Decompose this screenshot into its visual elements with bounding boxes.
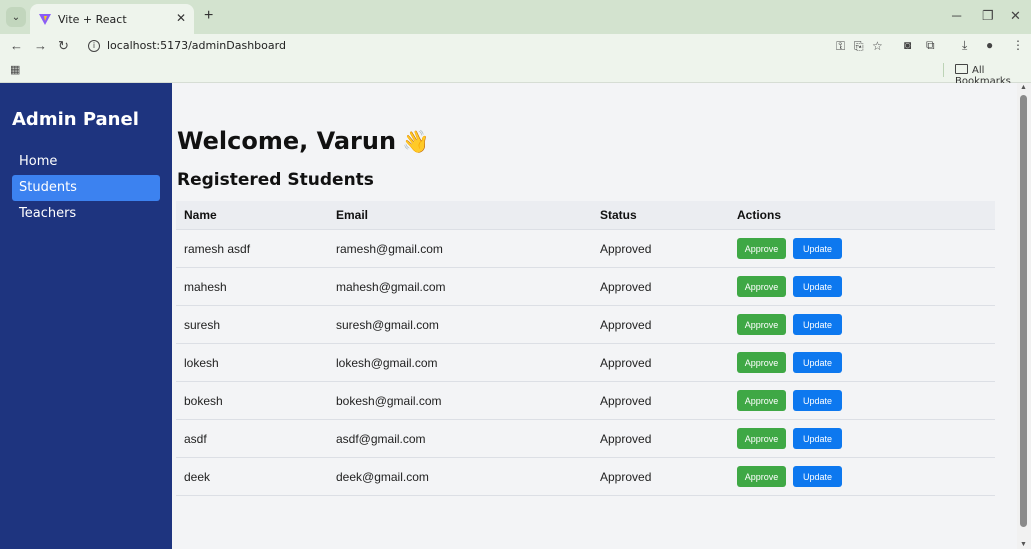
student-status: Approved xyxy=(600,356,652,370)
approve-button[interactable]: Approve xyxy=(737,466,786,487)
table-row: bokesh bokesh@gmail.com Approved Approve… xyxy=(176,382,995,420)
student-name: suresh xyxy=(184,318,221,332)
column-header-status: Status xyxy=(600,208,637,222)
student-status: Approved xyxy=(600,470,652,484)
table-row: suresh suresh@gmail.com Approved Approve… xyxy=(176,306,995,344)
reload-icon[interactable]: ↻ xyxy=(58,38,69,54)
welcome-text: Welcome, Varun xyxy=(177,127,397,155)
approve-button[interactable]: Approve xyxy=(737,238,786,259)
update-button[interactable]: Update xyxy=(793,428,842,449)
forward-icon[interactable]: → xyxy=(34,38,47,53)
camera-icon[interactable]: ◙ xyxy=(904,38,911,52)
sidebar-title: Admin Panel xyxy=(12,109,139,130)
sidebar-item-students[interactable]: Students xyxy=(12,175,160,201)
sidebar-item-teachers[interactable]: Teachers xyxy=(12,201,160,227)
restore-icon[interactable]: ❐ xyxy=(982,8,994,24)
menu-icon[interactable]: ⋮ xyxy=(1012,38,1024,52)
table-row: deek deek@gmail.com Approved Approve Upd… xyxy=(176,458,995,496)
student-email: lokesh@gmail.com xyxy=(336,356,438,370)
student-status: Approved xyxy=(600,242,652,256)
student-email: suresh@gmail.com xyxy=(336,318,439,332)
page-viewport: Admin Panel Home Students Teachers Welco… xyxy=(0,83,1031,549)
scroll-down-icon[interactable]: ▼ xyxy=(1020,541,1027,548)
address-bar[interactable]: i localhost:5173/adminDashboard ⚿ ⎘ ☆ xyxy=(80,35,885,57)
update-button[interactable]: Update xyxy=(793,314,842,335)
student-status: Approved xyxy=(600,394,652,408)
update-button[interactable]: Update xyxy=(793,352,842,373)
scrollbar[interactable]: ▲ ▼ xyxy=(1017,83,1031,549)
update-button[interactable]: Update xyxy=(793,238,842,259)
sidebar-item-home[interactable]: Home xyxy=(12,149,160,175)
star-icon[interactable]: ☆ xyxy=(872,39,883,53)
student-email: bokesh@gmail.com xyxy=(336,394,442,408)
close-icon[interactable]: ✕ xyxy=(176,11,186,25)
apps-icon[interactable]: ▦ xyxy=(10,63,20,76)
avatar[interactable]: ● xyxy=(986,38,993,52)
tab-strip: ⌄ Vite + React ✕ + ─ ❐ ✕ xyxy=(0,0,1031,34)
update-button[interactable]: Update xyxy=(793,466,842,487)
page-title: Welcome, Varun 👋 xyxy=(177,127,429,155)
section-title: Registered Students xyxy=(177,170,374,190)
key-icon[interactable]: ⚿ xyxy=(836,39,845,54)
table-row: ramesh asdf ramesh@gmail.com Approved Ap… xyxy=(176,230,995,268)
approve-button[interactable]: Approve xyxy=(737,428,786,449)
folder-icon xyxy=(955,64,968,74)
sidebar: Admin Panel Home Students Teachers xyxy=(0,83,172,549)
student-email: deek@gmail.com xyxy=(336,470,429,484)
update-button[interactable]: Update xyxy=(793,390,842,411)
translate-icon[interactable]: ⎘ xyxy=(854,39,864,54)
bookmarks-divider xyxy=(943,63,944,77)
url-text[interactable]: localhost:5173/adminDashboard xyxy=(107,39,286,52)
column-header-actions: Actions xyxy=(737,208,782,222)
back-icon[interactable]: ← xyxy=(10,38,23,53)
extensions-icon[interactable]: ⧉ xyxy=(926,38,935,53)
minimize-icon[interactable]: ─ xyxy=(952,8,961,23)
student-status: Approved xyxy=(600,432,652,446)
students-table: Name Email Status Actions ramesh asdf ra… xyxy=(176,201,995,496)
scroll-thumb[interactable] xyxy=(1020,95,1027,527)
student-name: ramesh asdf xyxy=(184,242,251,256)
column-header-name: Name xyxy=(184,208,217,222)
student-name: deek xyxy=(184,470,211,484)
student-name: lokesh xyxy=(184,356,219,370)
table-row: lokesh lokesh@gmail.com Approved Approve… xyxy=(176,344,995,382)
vite-icon xyxy=(39,14,51,25)
download-icon[interactable]: ⤓ xyxy=(962,38,967,53)
approve-button[interactable]: Approve xyxy=(737,390,786,411)
table-row: mahesh mahesh@gmail.com Approved Approve… xyxy=(176,268,995,306)
main-content: Welcome, Varun 👋 Registered Students Name… xyxy=(172,83,1017,549)
tab-title: Vite + React xyxy=(58,13,127,26)
student-status: Approved xyxy=(600,280,652,294)
wave-icon: 👋 xyxy=(402,130,430,155)
approve-button[interactable]: Approve xyxy=(737,314,786,335)
approve-button[interactable]: Approve xyxy=(737,352,786,373)
scroll-up-icon[interactable]: ▲ xyxy=(1020,84,1027,91)
student-name: mahesh xyxy=(184,280,227,294)
student-email: mahesh@gmail.com xyxy=(336,280,446,294)
new-tab-icon[interactable]: + xyxy=(204,7,213,25)
student-name: asdf xyxy=(184,432,207,446)
approve-button[interactable]: Approve xyxy=(737,276,786,297)
tab-active[interactable]: Vite + React ✕ xyxy=(30,4,194,34)
table-row: asdf asdf@gmail.com Approved Approve Upd… xyxy=(176,420,995,458)
bookmarks-bar: ▦ All Bookmarks xyxy=(0,58,1031,87)
tab-search-button[interactable]: ⌄ xyxy=(6,7,26,27)
student-status: Approved xyxy=(600,318,652,332)
student-email: asdf@gmail.com xyxy=(336,432,426,446)
update-button[interactable]: Update xyxy=(793,276,842,297)
column-header-email: Email xyxy=(336,208,369,222)
info-icon[interactable]: i xyxy=(88,40,100,52)
table-header: Name Email Status Actions xyxy=(176,201,995,230)
student-name: bokesh xyxy=(184,394,223,408)
close-window-icon[interactable]: ✕ xyxy=(1010,8,1021,24)
student-email: ramesh@gmail.com xyxy=(336,242,443,256)
browser-toolbar: ← → ↻ i localhost:5173/adminDashboard ⚿ … xyxy=(0,34,1031,58)
